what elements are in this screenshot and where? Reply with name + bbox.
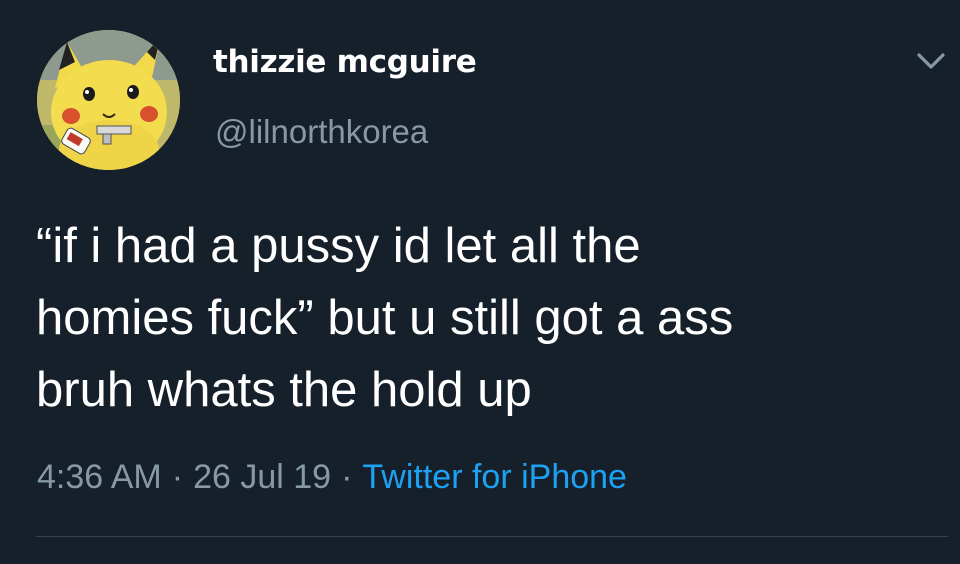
chevron-down-icon	[917, 53, 945, 69]
tweet-time[interactable]: 4:36 AM	[37, 458, 162, 496]
pikachu-avatar-icon	[37, 30, 180, 170]
display-name[interactable]: thizzie mcguire	[213, 42, 477, 82]
tweet-text-line: homies fuck” but u still got a ass	[36, 291, 734, 345]
tweet-meta: 4:36 AM · 26 Jul 19 · Twitter for iPhone	[37, 455, 627, 499]
tweet-text: “if i had a pussy id let all the homies …	[36, 210, 936, 426]
tweet-date[interactable]: 26 Jul 19	[193, 458, 331, 496]
avatar[interactable]	[37, 30, 180, 170]
tweet-source-link[interactable]: Twitter for iPhone	[362, 458, 627, 496]
tweet-text-line: bruh whats the hold up	[36, 363, 532, 417]
tweet-text-line: “if i had a pussy id let all the	[36, 219, 641, 273]
tweet-card: thizzie mcguire @lilnorthkorea “if i had…	[0, 0, 960, 564]
divider	[36, 536, 948, 537]
tweet-menu-button[interactable]	[914, 46, 948, 76]
user-handle[interactable]: @lilnorthkorea	[215, 112, 428, 152]
meta-separator: ·	[171, 458, 184, 496]
meta-separator: ·	[341, 458, 353, 496]
